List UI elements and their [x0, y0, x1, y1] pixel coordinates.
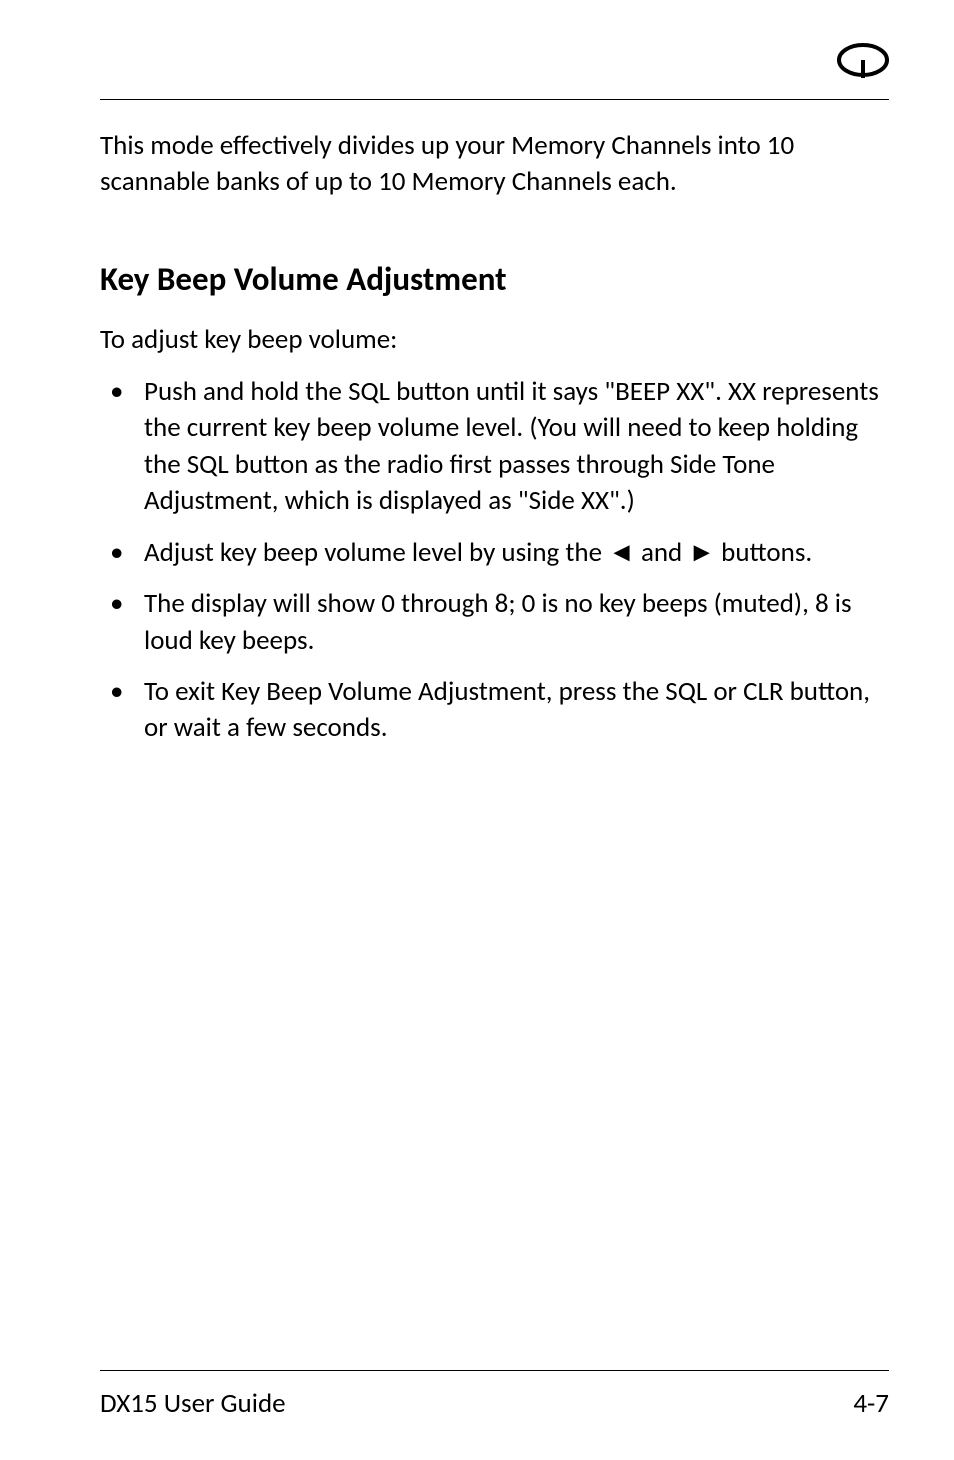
footer: DX15 User Guide 4-7: [100, 1370, 889, 1420]
list-item: Push and hold the SQL button until it sa…: [100, 374, 889, 520]
bullet-list: Push and hold the SQL button until it sa…: [100, 374, 889, 747]
list-item: Adjust key beep volume level by using th…: [100, 535, 889, 571]
page-number: 4-7: [853, 1387, 889, 1420]
header: [100, 50, 889, 100]
intro-paragraph: This mode effectively divides up your Me…: [100, 128, 889, 201]
footer-title: DX15 User Guide: [100, 1387, 286, 1420]
subtext: To adjust key beep volume:: [100, 323, 889, 356]
section-heading: Key Beep Volume Adjustment: [100, 259, 889, 299]
list-item: To exit Key Beep Volume Adjustment, pres…: [100, 674, 889, 747]
logo-icon: [837, 42, 889, 83]
list-item: The display will show 0 through 8; 0 is …: [100, 586, 889, 659]
